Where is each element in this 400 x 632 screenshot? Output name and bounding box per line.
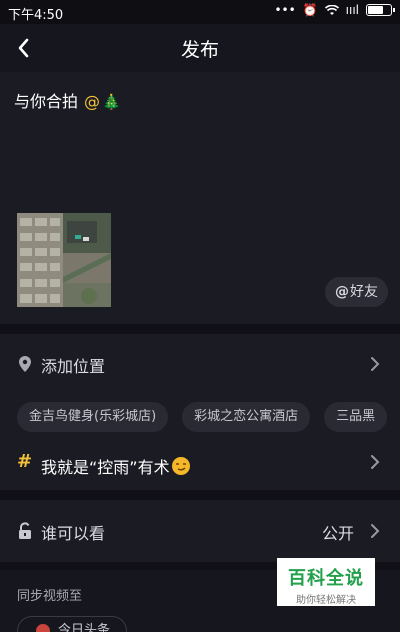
friend-button-label: 好友 bbox=[350, 284, 378, 300]
signal-icon: ıııl bbox=[345, 3, 359, 17]
compose-area[interactable]: 与你合拍 @ 🎄 @好友 bbox=[0, 72, 400, 324]
mention-friend-button[interactable]: @好友 bbox=[325, 277, 388, 307]
watermark-subtitle: 助你轻松解决 bbox=[296, 595, 356, 606]
privacy-row[interactable]: 谁可以看 公开 bbox=[0, 500, 400, 562]
sync-target-label: 今日头条 bbox=[58, 623, 111, 632]
toutiao-icon bbox=[36, 624, 50, 632]
nav-bar: 发布 bbox=[0, 24, 400, 72]
wifi-icon bbox=[324, 4, 339, 15]
lock-icon bbox=[19, 522, 31, 539]
topic-label: 我就是“控雨”有术 bbox=[41, 454, 190, 478]
privacy-value: 公开 bbox=[321, 524, 354, 543]
caption-text: 与你合拍 bbox=[14, 92, 79, 111]
battery-level bbox=[368, 6, 383, 14]
mention-at: @ bbox=[84, 92, 101, 111]
location-chip[interactable]: 彩城之恋公寓酒店 bbox=[182, 402, 311, 432]
chevron-right-icon bbox=[371, 357, 380, 371]
section-divider bbox=[0, 324, 400, 334]
at-icon: @ bbox=[335, 284, 349, 300]
christmas-tree-emoji: 🎄 bbox=[102, 93, 121, 111]
caption-input[interactable]: 与你合拍 @ 🎄 bbox=[14, 88, 121, 112]
add-location-row[interactable]: 添加位置 bbox=[0, 336, 400, 392]
alarm-icon: ⏰ bbox=[302, 3, 318, 17]
page-title: 发布 bbox=[180, 39, 219, 61]
battery-icon bbox=[366, 4, 395, 16]
privacy-row-inner[interactable]: 谁可以看 公开 bbox=[0, 503, 400, 559]
chevron-right-icon bbox=[371, 455, 380, 469]
status-icons: ••• ⏰ ıııl bbox=[274, 3, 395, 17]
hashtag-icon: # bbox=[17, 451, 33, 472]
location-chip[interactable]: 金吉鸟健身(乐彩城店) bbox=[17, 402, 169, 432]
watermark-logo: 百科全说 助你轻松解决 bbox=[277, 558, 375, 606]
location-chip[interactable]: 三品黑 bbox=[324, 402, 388, 432]
location-section: 添加位置 金吉鸟健身(乐彩城店) 彩城之恋公寓酒店 三品黑 # 我就是“控雨”有术 bbox=[0, 334, 400, 490]
privacy-label: 谁可以看 bbox=[41, 524, 106, 543]
chevron-right-icon bbox=[371, 524, 380, 538]
sync-target-toutiao[interactable]: 今日头条 bbox=[17, 616, 127, 632]
section-divider bbox=[0, 490, 400, 500]
status-bar: 下午4:50 ••• ⏰ ıııl bbox=[0, 0, 400, 24]
video-thumbnail[interactable] bbox=[17, 213, 111, 307]
topic-text: 我就是“控雨”有术 bbox=[41, 458, 170, 477]
thumbnail-image bbox=[17, 213, 111, 307]
status-time: 下午4:50 bbox=[8, 8, 64, 23]
smirk-emoji-icon bbox=[171, 457, 190, 475]
sync-label: 同步视频至 bbox=[17, 589, 83, 604]
more-dots-icon: ••• bbox=[274, 3, 296, 17]
watermark-title: 百科全说 bbox=[288, 568, 364, 589]
add-location-label: 添加位置 bbox=[41, 357, 106, 376]
location-pin-icon bbox=[19, 356, 31, 372]
location-suggestions: 金吉鸟健身(乐彩城店) 彩城之恋公寓酒店 三品黑 bbox=[17, 402, 400, 434]
